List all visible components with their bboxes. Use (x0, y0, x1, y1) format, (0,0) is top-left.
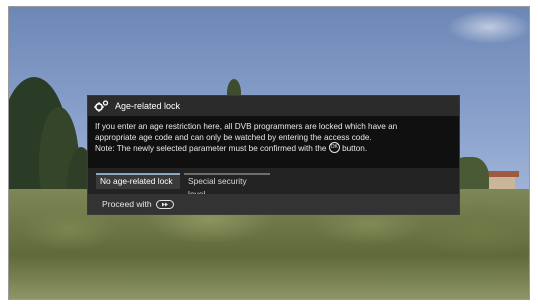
description-text: button. (342, 144, 368, 153)
description-line: If you enter an age restriction here, al… (95, 122, 398, 131)
option-no-age-lock[interactable]: No age-related lock (96, 173, 180, 189)
option-special-security-level[interactable]: Special security level (184, 173, 270, 199)
dialog-footer: Proceed with (88, 194, 459, 214)
age-lock-dialog: Age-related lock If you enter an age res… (87, 95, 460, 215)
ok-button-icon: OK (328, 142, 340, 154)
dialog-titlebar: Age-related lock (88, 96, 459, 116)
dialog-description: If you enter an age restriction here, al… (95, 121, 455, 154)
dialog-body: If you enter an age restriction here, al… (88, 116, 459, 168)
option-row: No age-related lock Special security lev… (88, 168, 459, 199)
dialog-title: Age-related lock (115, 101, 181, 111)
description-line: appropriate age code and can only be wat… (95, 133, 372, 142)
description-line: Note: The newly selected parameter must … (95, 142, 455, 154)
remote-forward-button-icon (155, 199, 174, 209)
description-text: Note: The newly selected parameter must … (95, 144, 327, 153)
gears-icon (93, 98, 111, 114)
proceed-label: Proceed with (102, 199, 152, 209)
